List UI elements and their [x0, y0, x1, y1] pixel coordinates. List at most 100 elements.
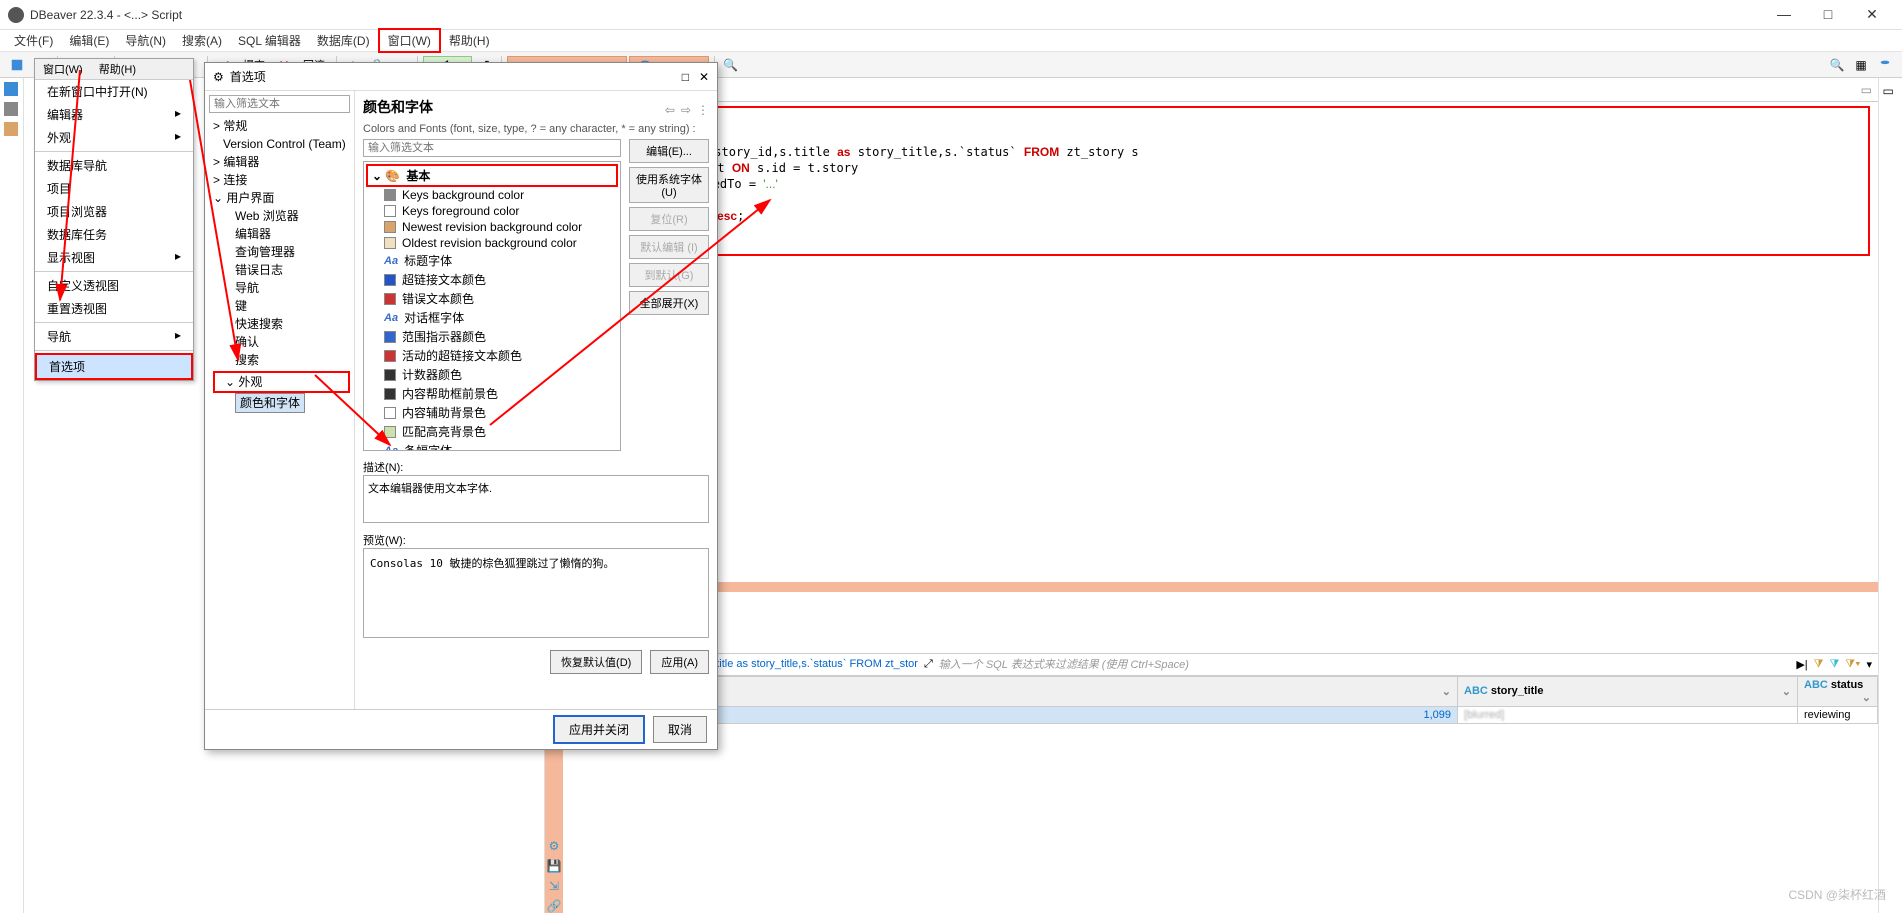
dialog-close-button[interactable]: ✕: [699, 70, 709, 84]
menu-icon[interactable]: ⋮: [697, 103, 709, 117]
minimize-button[interactable]: —: [1772, 6, 1796, 23]
ctx-navigate[interactable]: 导航 ▸: [35, 325, 193, 348]
list-item[interactable]: 超链接文本颜色: [366, 270, 618, 289]
edit-button[interactable]: 编辑(E)...: [629, 139, 709, 163]
link-icon[interactable]: 🔗: [547, 899, 562, 913]
list-item[interactable]: Oldest revision background color: [366, 235, 618, 251]
cancel-button[interactable]: 取消: [653, 716, 707, 743]
list-item[interactable]: 内容辅助背景色: [366, 403, 618, 422]
reset-button[interactable]: 复位(R): [629, 207, 709, 231]
forward-icon[interactable]: ⇨: [681, 103, 691, 117]
sql-code[interactable]: ⊖ -- 需求-未拆任务 SELECT s.id as story_id,s.t…: [595, 108, 1868, 228]
list-item[interactable]: 匹配高亮背景色: [366, 422, 618, 441]
to-default-button[interactable]: 到默认(G): [629, 263, 709, 287]
cell-story-id[interactable]: 1,099: [590, 706, 1458, 723]
ctx-reset-perspective[interactable]: 重置透视图: [35, 297, 193, 320]
apply-filter-icon[interactable]: ▶|: [1796, 658, 1807, 671]
expand-all-button[interactable]: 全部展开(X): [629, 291, 709, 315]
gear-icon[interactable]: ⚙: [549, 839, 560, 853]
settings-icon[interactable]: ▾: [1866, 658, 1872, 671]
ctx-project-browser[interactable]: 项目浏览器: [35, 200, 193, 223]
export-icon[interactable]: ⇲: [549, 879, 559, 893]
column-header[interactable]: ABC story_title ⌄: [1458, 676, 1798, 706]
ctx-preferences[interactable]: 首选项: [35, 353, 193, 380]
tree-filter-input[interactable]: [209, 95, 350, 113]
ctx-db-nav[interactable]: 数据库导航: [35, 154, 193, 177]
filter-hint[interactable]: 输入一个 SQL 表达式来过滤结果 (使用 Ctrl+Space): [939, 656, 1791, 672]
ctx-db-tasks[interactable]: 数据库任务: [35, 223, 193, 246]
filter-menu-icon[interactable]: ⧩▾: [1845, 658, 1860, 671]
menu-file[interactable]: 文件(F): [6, 30, 61, 51]
tree-item-colors-fonts[interactable]: 颜色和字体: [213, 393, 350, 413]
ctx-custom-perspective[interactable]: 自定义透视图: [35, 274, 193, 297]
folder-icon[interactable]: [4, 122, 20, 138]
list-item[interactable]: 内容帮助框前景色: [366, 384, 618, 403]
tree-item[interactable]: Version Control (Team): [213, 135, 350, 153]
column-header[interactable]: ABC status ⌄: [1798, 676, 1878, 706]
list-item[interactable]: Aa对话框字体: [366, 308, 618, 327]
back-icon[interactable]: ⇦: [665, 103, 675, 117]
use-system-font-button[interactable]: 使用系统字体(U): [629, 167, 709, 203]
maximize-icon[interactable]: ▭: [1861, 83, 1872, 97]
maximize-button[interactable]: □: [1816, 6, 1840, 23]
search-icon[interactable]: 🔍: [720, 54, 742, 76]
new-connection-icon[interactable]: [6, 54, 28, 76]
apply-button[interactable]: 应用(A): [650, 650, 709, 674]
close-button[interactable]: ✕: [1860, 6, 1884, 23]
list-item[interactable]: Aa标题字体: [366, 251, 618, 270]
tree-item[interactable]: Web 浏览器: [213, 207, 350, 225]
ctx-appearance[interactable]: 外观 ▸: [35, 126, 193, 149]
sql-editor[interactable]: ⊖ -- 需求-未拆任务 SELECT s.id as story_id,s.t…: [593, 106, 1870, 256]
save-icon[interactable]: 💾: [547, 859, 562, 873]
tree-item[interactable]: > 常规: [213, 117, 350, 135]
tree-item[interactable]: > 编辑器: [213, 153, 350, 171]
ctx-editor[interactable]: 编辑器 ▸: [35, 103, 193, 126]
default-edit-button[interactable]: 默认编辑 (I): [629, 235, 709, 259]
tree-item[interactable]: 导航: [213, 279, 350, 297]
list-item[interactable]: Keys background color: [366, 187, 618, 203]
menu-window[interactable]: 窗口(W): [378, 28, 441, 53]
content-filter-input[interactable]: [363, 139, 621, 157]
cell-story-title[interactable]: [blurred]: [1458, 706, 1798, 723]
list-item[interactable]: 范围指示器颜色: [366, 327, 618, 346]
column-header[interactable]: 123 story_id ⌄: [590, 676, 1458, 706]
tree-item[interactable]: 确认: [213, 333, 350, 351]
tree-item[interactable]: 键: [213, 297, 350, 315]
list-item[interactable]: 活动的超链接文本颜色: [366, 346, 618, 365]
ctx-tab-window[interactable]: 窗口(W): [35, 59, 91, 79]
tree-item[interactable]: 错误日志: [213, 261, 350, 279]
tree-item[interactable]: 编辑器: [213, 225, 350, 243]
perspective-icon[interactable]: ▦: [1850, 54, 1872, 76]
cell-status[interactable]: reviewing: [1798, 706, 1878, 723]
menu-navigate[interactable]: 导航(N): [117, 30, 174, 51]
splitter-bar[interactable]: [563, 582, 1878, 592]
filter-icon[interactable]: ⧩: [1814, 658, 1824, 671]
project-icon[interactable]: [4, 102, 20, 118]
expand-icon[interactable]: ⤢: [924, 658, 933, 671]
apply-close-button[interactable]: 应用并关闭: [553, 715, 645, 744]
ctx-new-window[interactable]: 在新窗口中打开(N): [35, 80, 193, 103]
menu-edit[interactable]: 编辑(E): [61, 30, 117, 51]
tree-item-ui[interactable]: ⌄ 用户界面: [213, 189, 350, 207]
list-item[interactable]: 错误文本颜色: [366, 289, 618, 308]
menu-sql-editor[interactable]: SQL 编辑器: [230, 30, 309, 51]
dialog-maximize-button[interactable]: □: [682, 70, 689, 84]
tree-item-appearance[interactable]: ⌄ 外观: [213, 371, 350, 393]
menu-search[interactable]: 搜索(A): [174, 30, 230, 51]
list-item[interactable]: Keys foreground color: [366, 203, 618, 219]
list-root[interactable]: ⌄ 🎨 基本: [366, 164, 618, 187]
color-font-list[interactable]: ⌄ 🎨 基本 Keys background colorKeys foregro…: [363, 161, 621, 451]
tree-item[interactable]: 搜索: [213, 351, 350, 369]
result-grid[interactable]: 123 story_id ⌄ ABC story_title ⌄ ABC sta…: [563, 676, 1878, 913]
tree-item[interactable]: > 连接: [213, 171, 350, 189]
filter-icon[interactable]: ⧩: [1829, 658, 1839, 671]
tree-item[interactable]: 查询管理器: [213, 243, 350, 261]
list-item[interactable]: 计数器颜色: [366, 365, 618, 384]
menu-database[interactable]: 数据库(D): [309, 30, 378, 51]
outline-icon[interactable]: ▭: [1883, 84, 1899, 100]
tree-item[interactable]: 快速搜索: [213, 315, 350, 333]
ctx-tab-help[interactable]: 帮助(H): [91, 59, 144, 79]
ctx-show-view[interactable]: 显示视图 ▸: [35, 246, 193, 269]
db-nav-icon[interactable]: [4, 82, 20, 98]
menu-help[interactable]: 帮助(H): [441, 30, 498, 51]
